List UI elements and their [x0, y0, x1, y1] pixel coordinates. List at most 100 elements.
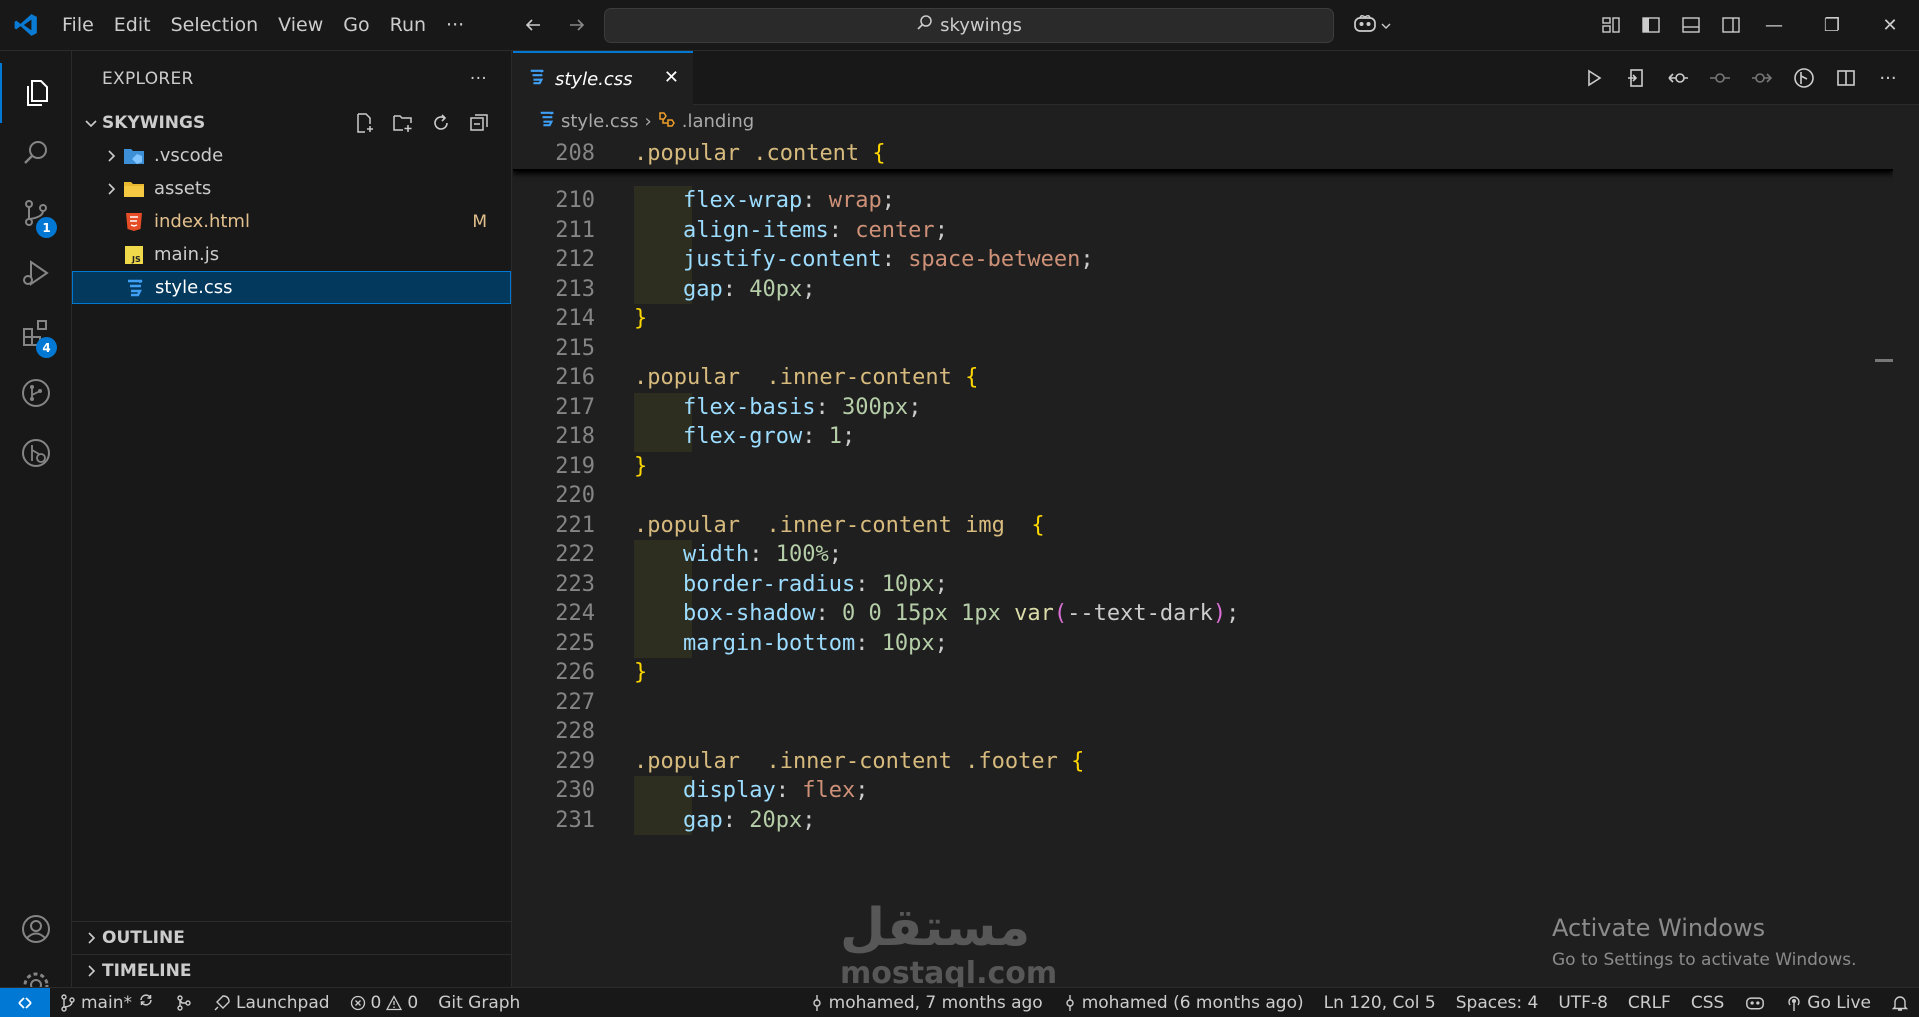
menu-edit[interactable]: Edit — [104, 0, 161, 51]
code-line[interactable]: 218 flex-grow: 1; — [513, 422, 1893, 452]
search-activity-icon[interactable] — [0, 123, 72, 183]
split-editor-icon[interactable] — [1831, 63, 1861, 93]
commit-icon[interactable] — [1705, 63, 1735, 93]
code-line[interactable]: 226} — [513, 658, 1893, 688]
code-line[interactable]: 225 margin-bottom: 10px; — [513, 628, 1893, 658]
menu-go[interactable]: Go — [333, 0, 379, 51]
code-line[interactable]: 211 align-items: center; — [513, 215, 1893, 245]
code-line[interactable]: 228 — [513, 717, 1893, 747]
run-code-icon[interactable] — [1579, 63, 1609, 93]
code-line[interactable]: 220 — [513, 481, 1893, 511]
brace-token: } — [634, 660, 648, 686]
customize-layout-icon[interactable] — [1596, 10, 1626, 40]
minimize-button[interactable]: — — [1745, 0, 1803, 51]
code-line[interactable]: 227 — [513, 688, 1893, 718]
mostaql-watermark-url: mostaql.com — [840, 956, 1058, 991]
encoding-status[interactable]: UTF-8 — [1548, 993, 1618, 1013]
error-icon — [350, 995, 365, 1010]
copilot-button[interactable] — [1352, 10, 1402, 42]
css-value: 10px — [881, 630, 935, 656]
gitlens-inspect-icon[interactable] — [1789, 63, 1819, 93]
account-icon[interactable] — [0, 899, 72, 959]
back-arrow-icon[interactable] — [518, 10, 548, 40]
code-line[interactable]: 221 .popular .inner-content img { — [513, 511, 1893, 541]
branch-status[interactable]: main* — [50, 991, 165, 1014]
code-line[interactable]: 216 .popular .inner-content { — [513, 363, 1893, 393]
menu-more-button[interactable]: ··· — [436, 0, 474, 51]
cursor-position[interactable]: Ln 120, Col 5 — [1314, 993, 1446, 1013]
menu-selection[interactable]: Selection — [161, 0, 269, 51]
code-line[interactable]: 219} — [513, 452, 1893, 482]
code-line[interactable]: 215 — [513, 334, 1893, 364]
toggle-primary-sidebar-icon[interactable] — [1636, 10, 1666, 40]
git-graph-status-icon[interactable] — [165, 994, 203, 1012]
previous-revision-icon[interactable] — [1663, 63, 1693, 93]
menu-view[interactable]: View — [268, 0, 333, 51]
refresh-icon[interactable] — [427, 109, 455, 137]
tree-file-style-css[interactable]: style.css — [72, 271, 511, 304]
indentation-status[interactable]: Spaces: 4 — [1446, 993, 1549, 1013]
menu-file[interactable]: File — [52, 0, 104, 51]
tree-folder-assets[interactable]: assets — [72, 172, 511, 205]
extensions-icon[interactable]: 4 — [0, 303, 72, 363]
go-live-status[interactable]: Go Live — [1776, 993, 1881, 1013]
code-line[interactable]: 212 justify-content: space-between; — [513, 245, 1893, 275]
gitlens-icon[interactable] — [0, 423, 72, 483]
code-line[interactable]: 223 border-radius: 10px; — [513, 569, 1893, 599]
blame-status-1[interactable]: mohamed, 7 months ago — [800, 993, 1053, 1013]
new-file-icon[interactable] — [351, 109, 379, 137]
code-line[interactable]: 231 gap: 20px; — [513, 805, 1893, 835]
code-editor[interactable]: 208 .popular .content { 210 flex-wrap: wr… — [513, 137, 1893, 987]
eol-status[interactable]: CRLF — [1618, 993, 1681, 1013]
tab-close-button[interactable]: ✕ — [664, 67, 679, 88]
paren-token: ( — [1053, 601, 1068, 627]
scrollbar-position-marker[interactable] — [1875, 359, 1893, 362]
code-line[interactable]: 230 display: flex; — [513, 776, 1893, 806]
explorer-more-button[interactable]: ··· — [470, 69, 487, 89]
language-mode[interactable]: CSS — [1681, 993, 1734, 1013]
menu-run[interactable]: Run — [380, 0, 436, 51]
sync-icon[interactable] — [137, 991, 155, 1014]
blame-status-2[interactable]: mohamed (6 months ago) — [1053, 993, 1314, 1013]
timeline-section-header[interactable]: TIMELINE — [72, 954, 511, 987]
code-line[interactable]: 214} — [513, 304, 1893, 334]
code-line[interactable]: 213 gap: 40px; — [513, 274, 1893, 304]
git-graph-icon[interactable] — [0, 363, 72, 423]
notifications-bell-icon[interactable] — [1881, 994, 1919, 1012]
code-line[interactable]: 224 box-shadow: 0 0 15px 1px var(--text-d… — [513, 599, 1893, 629]
code-line[interactable]: 222 width: 100%; — [513, 540, 1893, 570]
breadcrumb-symbol[interactable]: .landing — [682, 111, 754, 132]
next-revision-icon[interactable] — [1747, 63, 1777, 93]
command-center-search[interactable]: skywings — [604, 8, 1334, 43]
close-window-button[interactable]: ✕ — [1861, 0, 1919, 51]
code-line[interactable]: 210 flex-wrap: wrap; — [513, 186, 1893, 216]
breadcrumb-file[interactable]: style.css — [561, 111, 639, 132]
copilot-status-icon[interactable] — [1734, 994, 1776, 1012]
tab-style-css[interactable]: style.css ✕ — [513, 51, 693, 105]
workspace-section-header[interactable]: SKYWINGS — [72, 107, 511, 139]
problems-status[interactable]: 0 0 — [340, 993, 429, 1013]
tree-file-index-html[interactable]: index.html M — [72, 205, 511, 238]
tree-file-main-js[interactable]: JS main.js — [72, 238, 511, 271]
code-line[interactable]: 229 .popular .inner-content .footer { — [513, 747, 1893, 777]
explorer-icon[interactable] — [0, 63, 72, 123]
code-line[interactable]: 217 flex-basis: 300px; — [513, 392, 1893, 422]
toggle-secondary-sidebar-icon[interactable] — [1716, 10, 1746, 40]
launchpad-status[interactable]: Launchpad — [203, 993, 340, 1013]
forward-arrow-icon[interactable] — [562, 10, 592, 40]
toggle-panel-icon[interactable] — [1676, 10, 1706, 40]
open-changes-icon[interactable] — [1621, 63, 1651, 93]
collapse-all-icon[interactable] — [465, 109, 493, 137]
sticky-scroll-line[interactable]: 208 .popular .content { — [513, 137, 1893, 171]
tree-folder-vscode[interactable]: .vscode — [72, 139, 511, 172]
git-graph-status[interactable]: Git Graph — [428, 993, 530, 1013]
run-debug-icon[interactable] — [0, 243, 72, 303]
line-content: margin-bottom: 10px; — [683, 631, 948, 656]
source-control-icon[interactable]: 1 — [0, 183, 72, 243]
outline-section-header[interactable]: OUTLINE — [72, 921, 511, 954]
commit-icon — [812, 995, 821, 1011]
restore-button[interactable]: ❐ — [1803, 0, 1861, 51]
new-folder-icon[interactable] — [389, 109, 417, 137]
remote-indicator-icon[interactable] — [0, 987, 50, 1017]
editor-more-button[interactable]: ··· — [1873, 63, 1903, 93]
